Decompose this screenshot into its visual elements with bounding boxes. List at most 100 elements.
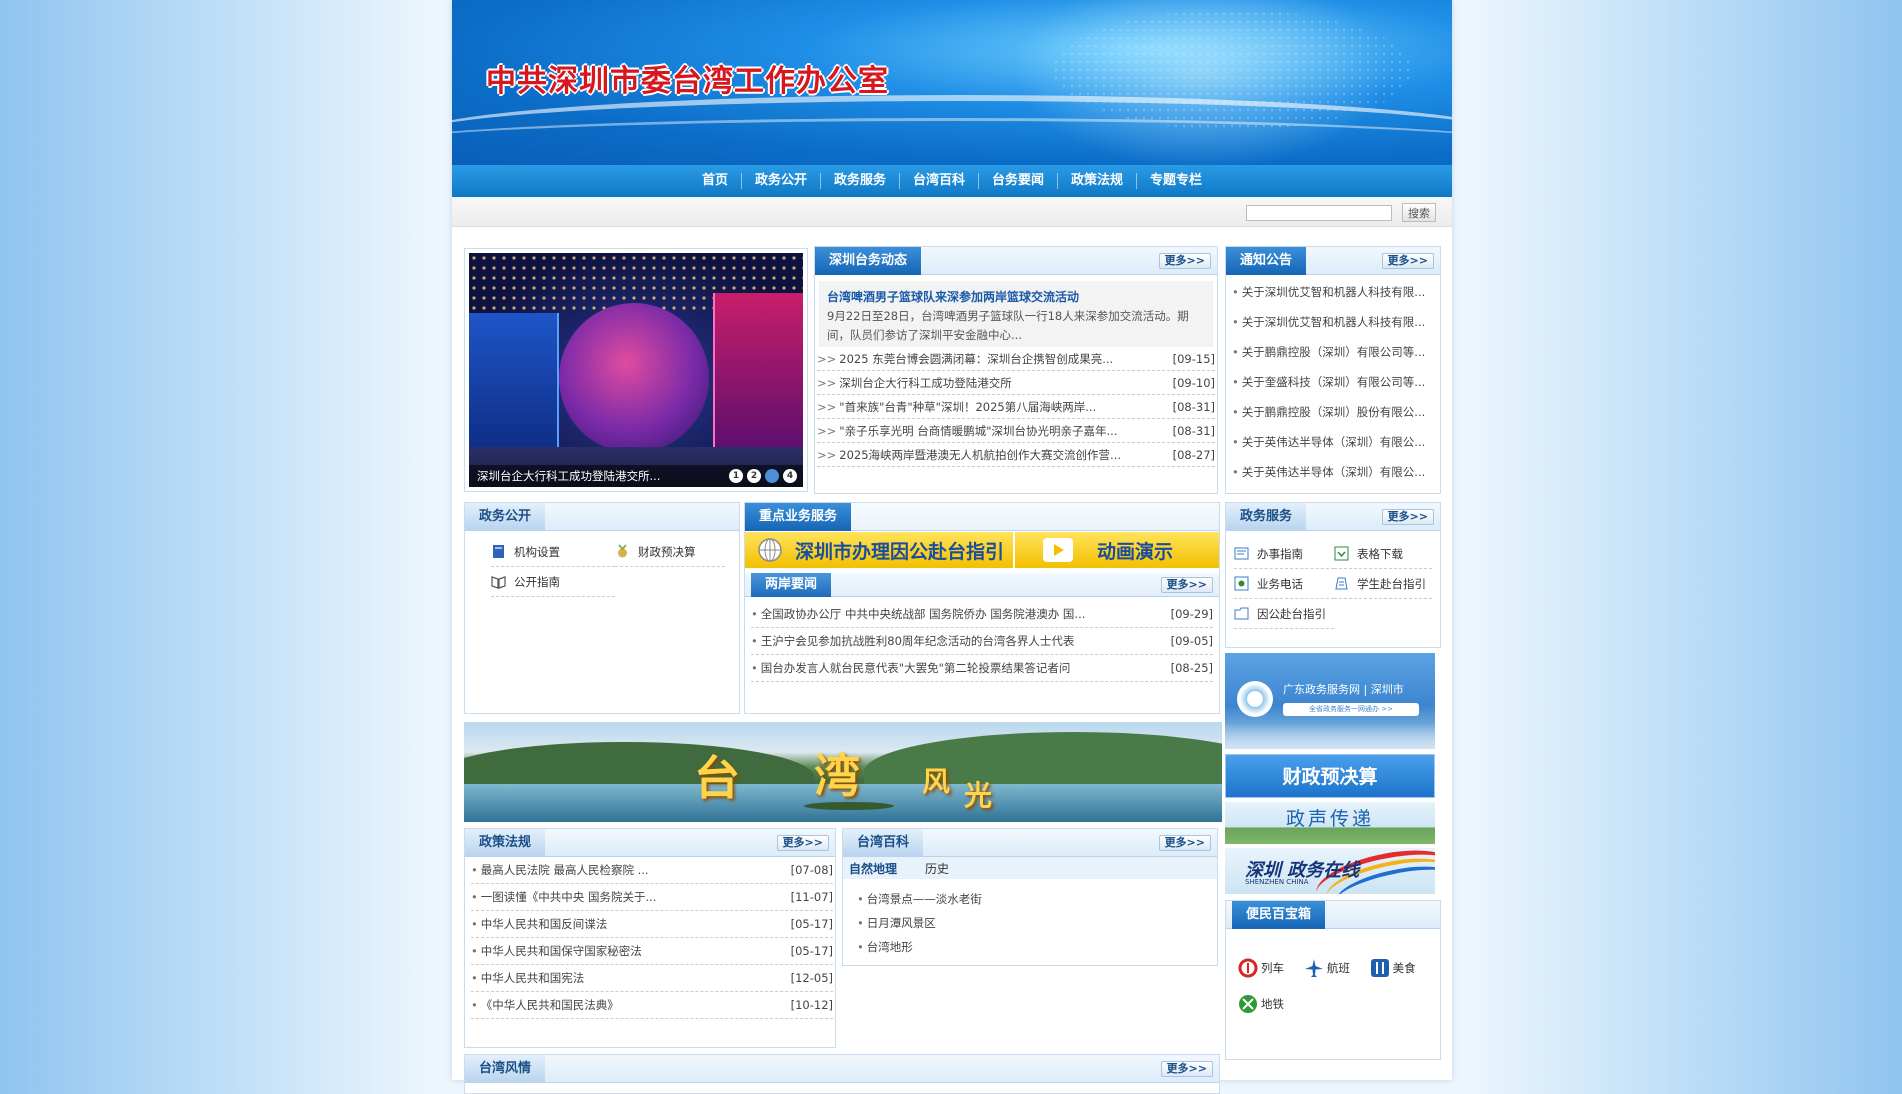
list-item[interactable]: • 王沪宁会见参加抗战胜利80周年纪念活动的台湾各界人士代表 [09-05] (751, 628, 1213, 655)
food-link[interactable]: 美食 (1370, 953, 1416, 983)
gov-open-guide[interactable]: 公开指南 (491, 567, 615, 597)
service-guide-link[interactable]: 办事指南 (1234, 539, 1334, 569)
nav-affairs-news[interactable]: 台务要闻 (979, 173, 1059, 189)
fiscal-budget-banner[interactable]: 财政预决算 (1225, 754, 1435, 798)
form-download-link[interactable]: 表格下载 (1334, 539, 1432, 569)
headline-block: 台湾啤酒男子篮球队来深参加两岸篮球交流活动 9月22日至28日，台湾啤酒男子篮球… (819, 281, 1213, 347)
nav-special[interactable]: 专题专栏 (1137, 173, 1215, 189)
slide-dot-4[interactable]: 4 (783, 469, 797, 483)
arrow-bullet: >> (817, 400, 837, 414)
shenzhen-gov-online-banner[interactable]: 深圳 政务在线 SHENZHEN CHINA (1225, 848, 1435, 894)
gov-open-budget[interactable]: 财政预决算 (615, 537, 725, 567)
nav-taiwan-wiki[interactable]: 台湾百科 (900, 173, 979, 189)
list-item[interactable]: • 关于奎盛科技（深圳）有限公司等... (1232, 367, 1436, 397)
student-icon (1334, 576, 1349, 591)
more-link[interactable]: 更多>> (776, 835, 829, 851)
slide-dot-2[interactable]: 2 (747, 469, 761, 483)
official-taiwan-link[interactable]: 因公赴台指引 (1234, 599, 1334, 629)
site-title: 中共深圳市委台湾工作办公室 (486, 64, 889, 99)
food-icon (1370, 958, 1390, 978)
panel-title: 政策法规 (465, 829, 546, 857)
panel-title: 通知公告 (1226, 247, 1307, 275)
list-item[interactable]: • 关于鹏鼎控股（深圳）有限公司等... (1232, 337, 1436, 367)
list-item[interactable]: • 中华人民共和国反间谍法 [05-17] (471, 911, 833, 938)
list-item[interactable]: >> "亲子乐享光明 台商情暖鹏城"深圳台协光明亲子嘉年... [08-31] (817, 419, 1215, 443)
gov-open-links: 机构设置 财政预决算 公开指南 (465, 531, 739, 597)
service-bar: 深圳市办理因公赴台指引 动画演示 (745, 532, 1219, 568)
list-item[interactable]: • 《中华人民共和国民法典》 [10-12] (471, 992, 833, 1019)
list-item[interactable]: • 台湾景点——淡水老街 (857, 887, 1217, 911)
search-input[interactable] (1246, 205, 1392, 221)
list-item[interactable]: • 全国政协办公厅 中共中央统战部 国务院侨办 国务院港澳办 国... [09-29… (751, 601, 1213, 628)
affairs-news-list: >> 2025 东莞台博会圆满闭幕：深圳台企携智创成果亮... [09-15] >>… (815, 347, 1217, 467)
official-taiwan-guide-button[interactable]: 深圳市办理因公赴台指引 (745, 532, 1015, 568)
taiwan-scenery-banner[interactable]: 台 湾 风 光 (464, 722, 1222, 822)
policy-panel: 政策法规 更多>> • 最高人民法院 最高人民检察院 ... [07-08] • 一图… (464, 828, 836, 1048)
train-link[interactable]: 列车 (1238, 953, 1284, 983)
nav-gov-open[interactable]: 政务公开 (742, 173, 821, 189)
list-item[interactable]: >> 2025海峡两岸暨港澳无人机航拍创作大赛交流创作营... [08-27] (817, 443, 1215, 467)
wiki-list: • 台湾景点——淡水老街 • 日月潭风景区 • 台湾地形 (843, 879, 1217, 959)
cross-strait-header: 两岸要闻 更多>> (745, 573, 1219, 597)
gov-open-org[interactable]: 机构设置 (491, 537, 615, 567)
more-link[interactable]: 更多>> (1381, 509, 1434, 525)
list-item[interactable]: >> 深圳台企大行科工成功登陆港交所 [09-10] (817, 371, 1215, 395)
cross-strait-list: • 全国政协办公厅 中共中央统战部 国务院侨办 国务院港澳办 国... [09-29… (751, 601, 1213, 682)
list-item[interactable]: • 关于英伟达半导体（深圳）有限公... (1232, 427, 1436, 457)
list-item[interactable]: • 中华人民共和国宪法 [12-05] (471, 965, 833, 992)
gov-service-panel: 政务服务 更多>> 办事指南 表格下载 业务电话 学生赴台指引 因公赴台指引 (1225, 502, 1441, 648)
page-container: 中共深圳市委台湾工作办公室 首页 政务公开 政务服务 台湾百科 台务要闻 政策法… (452, 0, 1452, 1094)
list-item[interactable]: • 最高人民法院 最高人民检察院 ... [07-08] (471, 857, 833, 884)
flight-link[interactable]: 航班 (1304, 953, 1350, 983)
guangdong-logo-icon (1237, 681, 1273, 717)
list-item[interactable]: • 日月潭风景区 (857, 911, 1217, 935)
list-item[interactable]: >> "首来族"台青"种草"深圳！2025第八届海峡两岸... [08-31] (817, 395, 1215, 419)
slide-dot-1[interactable]: 1 (729, 469, 743, 483)
slide-dot-3[interactable]: 3 (765, 469, 779, 483)
arrow-bullet: >> (817, 376, 837, 390)
list-item[interactable]: • 关于深圳优艾智和机器人科技有限... (1232, 277, 1436, 307)
more-link[interactable]: 更多>> (1158, 253, 1211, 269)
shenzhen-affairs-panel: 深圳台务动态 更多>> 台湾啤酒男子篮球队来深参加两岸篮球交流活动 9月22日至… (814, 246, 1218, 494)
list-item[interactable]: • 关于鹏鼎控股（深圳）股份有限公... (1232, 397, 1436, 427)
list-item[interactable]: • 关于英伟达半导体（深圳）有限公... (1232, 457, 1436, 487)
nav-policy[interactable]: 政策法规 (1058, 173, 1138, 189)
taiwan-style-panel: 台湾风情 更多>> (464, 1054, 1220, 1094)
more-link[interactable]: 更多>> (1160, 577, 1213, 593)
panel-title: 政务公开 (465, 503, 546, 531)
nav-gov-service[interactable]: 政务服务 (821, 173, 900, 189)
search-button[interactable]: 搜索 (1402, 203, 1436, 222)
list-item[interactable]: • 台湾地形 (857, 935, 1217, 959)
arrow-bullet: >> (817, 448, 837, 462)
list-item[interactable]: • 关于深圳优艾智和机器人科技有限... (1232, 307, 1436, 337)
guangdong-gov-service-banner[interactable]: 广东政务服务网 | 深圳市 全省政务服务一网通办 >> (1225, 653, 1435, 749)
tab-natural-geography[interactable]: 自然地理 (849, 860, 897, 877)
gov-open-panel: 政务公开 机构设置 财政预决算 公开指南 (464, 502, 740, 714)
list-item[interactable]: >> 2025 东莞台博会圆满闭幕：深圳台企携智创成果亮... [09-15] (817, 347, 1215, 371)
slideshow[interactable]: 深圳台企大行科工成功登陆港交所... 1 2 3 4 (464, 248, 808, 492)
train-icon (1238, 958, 1258, 978)
wiki-tabs: 自然地理 历史 (843, 857, 1217, 879)
panel-title: 台湾百科 (843, 829, 924, 857)
plane-icon (1304, 958, 1324, 978)
tab-history[interactable]: 历史 (925, 860, 949, 877)
slide-image[interactable]: 深圳台企大行科工成功登陆港交所... 1 2 3 4 (469, 253, 803, 487)
list-item[interactable]: • 国台办发言人就台民意代表"大罢免"第二轮投票结果答记者问 [08-25] (751, 655, 1213, 682)
list-item[interactable]: • 一图读懂《中共中央 国务院关于... [11-07] (471, 884, 833, 911)
student-guide-link[interactable]: 学生赴台指引 (1334, 569, 1432, 599)
metro-link[interactable]: 地铁 (1238, 989, 1284, 1019)
notices-list: • 关于深圳优艾智和机器人科技有限... • 关于深圳优艾智和机器人科技有限... … (1226, 275, 1440, 487)
animation-demo-button[interactable]: 动画演示 (1015, 532, 1219, 568)
headline-title[interactable]: 台湾啤酒男子篮球队来深参加两岸篮球交流活动 (827, 287, 1207, 307)
more-link[interactable]: 更多>> (1160, 1061, 1213, 1077)
arrow-bullet: >> (817, 352, 837, 366)
more-link[interactable]: 更多>> (1381, 253, 1434, 269)
nav-home[interactable]: 首页 (689, 173, 742, 189)
business-phone-link[interactable]: 业务电话 (1234, 569, 1334, 599)
panel-title: 深圳台务动态 (815, 247, 922, 275)
headline-desc: 9月22日至28日，台湾啤酒男子篮球队一行18人来深参加交流活动。期间，队员们参… (827, 309, 1189, 342)
gov-voice-banner[interactable]: 政声传递 (1225, 802, 1435, 844)
more-link[interactable]: 更多>> (1158, 835, 1211, 851)
list-item[interactable]: • 中华人民共和国保守国家秘密法 [05-17] (471, 938, 833, 965)
convenience-links: 列车 航班 美食 地铁 (1226, 929, 1440, 1025)
